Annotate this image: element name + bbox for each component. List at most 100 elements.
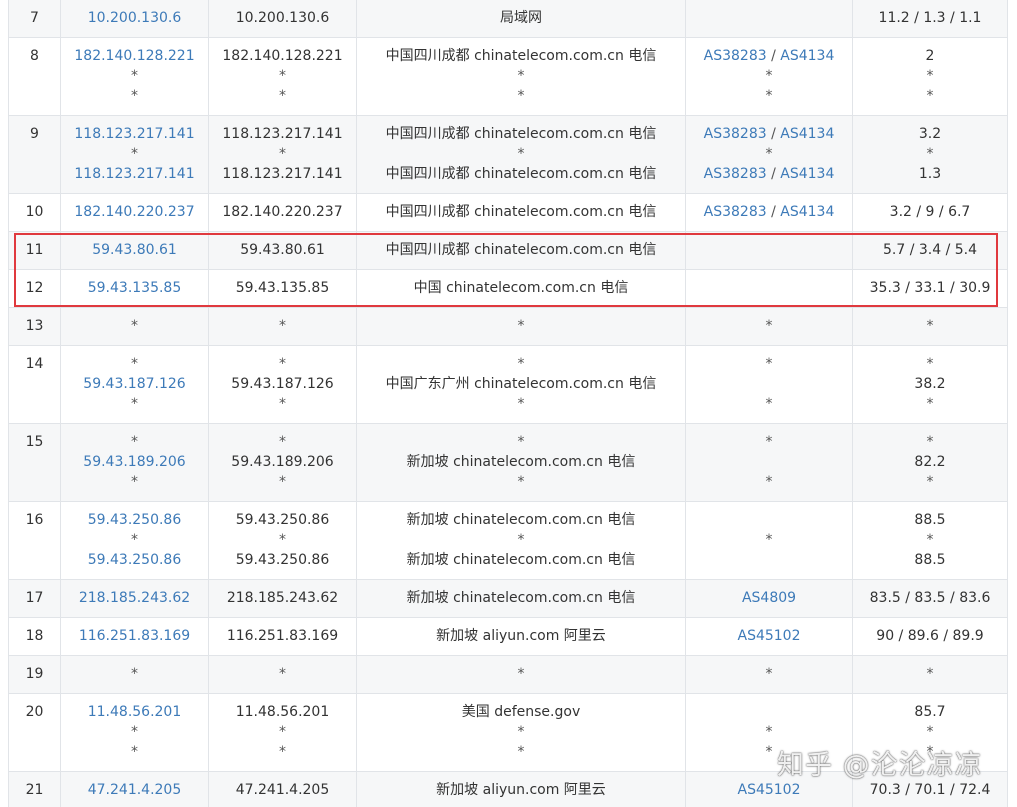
asn-line: AS45102 bbox=[687, 780, 852, 800]
latency-cell: * bbox=[852, 655, 1008, 694]
asn-cell: * bbox=[685, 655, 853, 694]
host-text: 59.43.187.126 bbox=[231, 376, 334, 392]
location-cell: 美国 defense.gov * * bbox=[356, 693, 686, 772]
asn-link[interactable]: AS4134 bbox=[780, 204, 834, 220]
asn-star: * bbox=[765, 532, 773, 548]
latency-cell: 11.2 / 1.3 / 1.1 bbox=[852, 0, 1008, 38]
time-text: 82.2 bbox=[914, 454, 946, 470]
asn-link[interactable]: AS38283 bbox=[704, 166, 767, 182]
asn-link[interactable]: AS4809 bbox=[742, 590, 796, 606]
asn-line: * bbox=[687, 722, 852, 742]
table-row: 7 10.200.130.6 10.200.130.6 局域网 11.2 / 1.3 /… bbox=[8, 0, 1008, 38]
hostname-cell: 218.185.243.62 bbox=[208, 579, 357, 618]
latency-cell: * bbox=[852, 307, 1008, 346]
ip-link[interactable]: 118.123.217.141 bbox=[62, 124, 208, 144]
time-text: * bbox=[926, 356, 934, 372]
ip-link[interactable]: 59.43.189.206 bbox=[62, 452, 208, 472]
latency-cell: 3.2 * 1.3 bbox=[852, 115, 1008, 194]
time-text: * bbox=[926, 532, 934, 548]
hostname-cell: 118.123.217.141 * 118.123.217.141 bbox=[208, 115, 357, 194]
asn-link[interactable]: AS38283 bbox=[704, 126, 767, 142]
host-text: 118.123.217.141 bbox=[222, 166, 343, 182]
ip-link[interactable]: 59.43.250.86 bbox=[62, 550, 208, 570]
location-cell: 新加坡 aliyun.com 阿里云 bbox=[356, 771, 686, 807]
asn-separator: / bbox=[771, 48, 776, 64]
location-cell: 新加坡 aliyun.com 阿里云 bbox=[356, 617, 686, 656]
asn-link[interactable]: AS38283 bbox=[704, 204, 767, 220]
ip-text: * bbox=[131, 744, 138, 760]
hop-number: 19 bbox=[25, 666, 44, 682]
ip-text: * bbox=[131, 68, 138, 84]
time-text: 5.7 / 3.4 / 5.4 bbox=[882, 242, 978, 258]
ip-text: * bbox=[131, 356, 138, 372]
latency-cell: 35.3 / 33.1 / 30.9 bbox=[852, 269, 1008, 308]
ip-link[interactable]: 59.43.135.85 bbox=[62, 278, 208, 298]
asn-cell bbox=[685, 269, 853, 308]
time-text: 88.5 bbox=[914, 512, 946, 528]
host-text: * bbox=[279, 146, 286, 162]
loc-text: * bbox=[517, 396, 525, 412]
hostname-cell: 59.43.80.61 bbox=[208, 231, 357, 270]
loc-text: 中国四川成都 chinatelecom.com.cn 电信 bbox=[385, 166, 657, 182]
ip-text: * bbox=[131, 396, 138, 412]
hop-number-cell: 10 bbox=[8, 193, 61, 232]
host-text: * bbox=[279, 356, 286, 372]
ip-link[interactable]: 182.140.128.221 bbox=[62, 46, 208, 66]
host-text: * bbox=[279, 474, 286, 490]
time-text: * bbox=[926, 88, 934, 104]
ip-link[interactable]: 218.185.243.62 bbox=[62, 588, 208, 608]
asn-line: AS38283 / AS4134 bbox=[687, 164, 852, 184]
ip-cell: 59.43.135.85 bbox=[60, 269, 209, 308]
asn-star: * bbox=[765, 356, 773, 372]
asn-link[interactable]: AS4134 bbox=[780, 48, 834, 64]
time-text: * bbox=[926, 434, 934, 450]
host-text: 59.43.80.61 bbox=[240, 242, 325, 258]
asn-line bbox=[687, 510, 852, 530]
asn-link[interactable]: AS38283 bbox=[704, 48, 767, 64]
hop-number-cell: 9 bbox=[8, 115, 61, 194]
host-text: 182.140.220.237 bbox=[222, 204, 343, 220]
hop-number-cell: 13 bbox=[8, 307, 61, 346]
ip-link[interactable]: 11.48.56.201 bbox=[62, 702, 208, 722]
asn-link[interactable]: AS4134 bbox=[780, 126, 834, 142]
hop-number-cell: 8 bbox=[8, 37, 61, 116]
time-text: * bbox=[926, 744, 934, 760]
traceroute-table-body: 7 10.200.130.6 10.200.130.6 局域网 11.2 / 1.3 /… bbox=[8, 0, 1008, 807]
loc-text: 新加坡 chinatelecom.com.cn 电信 bbox=[406, 454, 636, 470]
asn-link[interactable]: AS45102 bbox=[738, 628, 801, 644]
ip-link[interactable]: 59.43.187.126 bbox=[62, 374, 208, 394]
hop-number: 17 bbox=[25, 590, 44, 606]
host-text: * bbox=[279, 744, 286, 760]
loc-text: * bbox=[517, 532, 525, 548]
asn-link[interactable]: AS4134 bbox=[780, 166, 834, 182]
time-text: * bbox=[926, 666, 934, 682]
host-text: * bbox=[279, 434, 286, 450]
ip-link[interactable]: 59.43.250.86 bbox=[62, 510, 208, 530]
hop-number: 12 bbox=[25, 280, 44, 296]
ip-link[interactable]: 59.43.80.61 bbox=[62, 240, 208, 260]
hop-number-cell: 19 bbox=[8, 655, 61, 694]
hop-number: 14 bbox=[25, 356, 44, 372]
asn-link[interactable]: AS45102 bbox=[738, 782, 801, 798]
time-text: 2 bbox=[925, 48, 935, 64]
location-cell: * bbox=[356, 307, 686, 346]
time-text: 3.2 / 9 / 6.7 bbox=[889, 204, 971, 220]
loc-text: * bbox=[517, 88, 525, 104]
ip-link[interactable]: 47.241.4.205 bbox=[62, 780, 208, 800]
asn-line bbox=[687, 452, 852, 472]
latency-cell: 83.5 / 83.5 / 83.6 bbox=[852, 579, 1008, 618]
ip-link[interactable]: 182.140.220.237 bbox=[62, 202, 208, 222]
asn-star: * bbox=[765, 474, 773, 490]
time-text: * bbox=[926, 474, 934, 490]
loc-text: * bbox=[517, 724, 525, 740]
asn-line: * bbox=[687, 86, 852, 106]
asn-line bbox=[687, 240, 852, 260]
location-cell: 中国四川成都 chinatelecom.com.cn 电信 * * bbox=[356, 37, 686, 116]
ip-link[interactable]: 10.200.130.6 bbox=[62, 8, 208, 28]
asn-line: * bbox=[687, 472, 852, 492]
ip-link[interactable]: 118.123.217.141 bbox=[62, 164, 208, 184]
asn-star: * bbox=[765, 68, 773, 84]
asn-line: AS38283 / AS4134 bbox=[687, 46, 852, 66]
ip-link[interactable]: 116.251.83.169 bbox=[62, 626, 208, 646]
location-cell: * 新加坡 chinatelecom.com.cn 电信 * bbox=[356, 423, 686, 502]
